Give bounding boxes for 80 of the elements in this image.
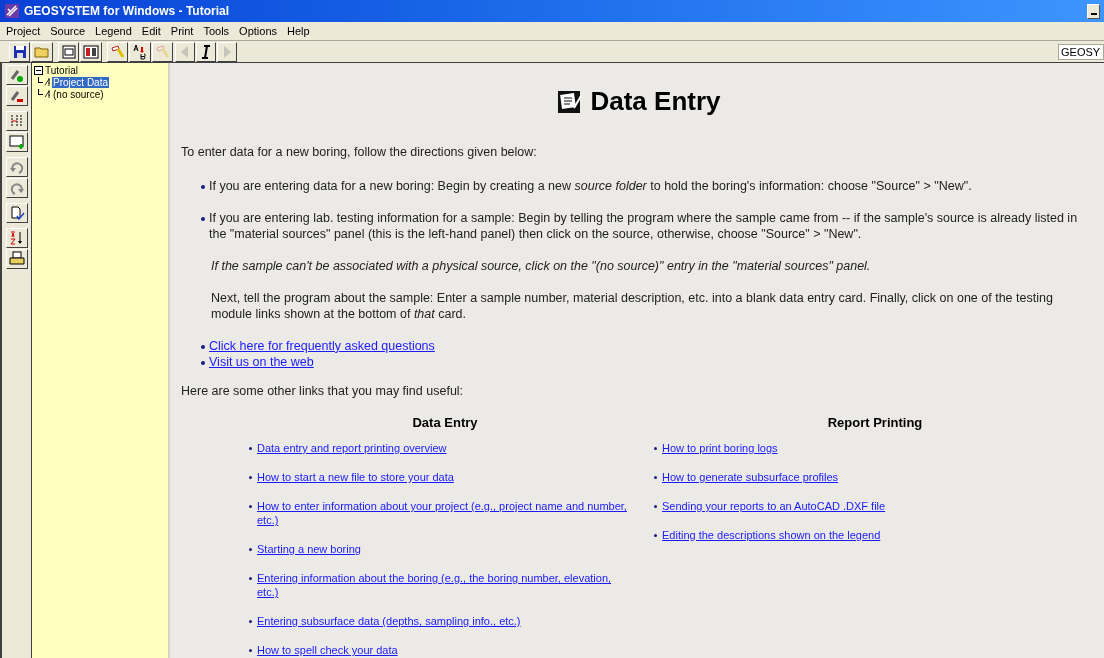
bullet-icon [201,216,205,221]
section-text: Here are some other links that you may find useful: [181,382,465,400]
minimize-button[interactable] [1087,3,1100,19]
tree-item[interactable]: (no source) [52,88,105,100]
card-button[interactable] [57,41,80,62]
expander-icon[interactable] [34,65,43,75]
bullet-icon [249,447,252,450]
column-heading: Report Printing [826,413,924,432]
link[interactable]: How to spell check your data [257,643,398,657]
bullet-icon [249,548,252,551]
bullet-icon [654,447,657,450]
spell-check-button[interactable] [5,203,28,223]
bullet-icon [249,649,252,652]
tree-item[interactable]: Project Data [52,76,110,88]
link[interactable]: Click here for frequently asked questions [209,337,435,354]
paragraph: Next, tell the program about the sample: Enter a sample number, material description, etc. into a blank data entry card. Finally, click on one of the testing module links shown at the bottom of that card. [211,289,1054,322]
intro-text: To enter data for a new boring, follow the directions given below: [181,144,538,161]
redo-icon [8,180,25,196]
bullet-icon [249,620,252,623]
bullet-icon [249,476,252,479]
address-field[interactable]: GEOSY [1058,43,1104,60]
menu-item[interactable]: Help [287,22,310,40]
bullet-icon [201,360,205,365]
sheet-add-icon [8,134,25,150]
cards-button[interactable] [80,41,102,62]
cards-icon [83,43,99,60]
redo-button[interactable] [5,178,28,198]
link[interactable]: Visit us on the web [209,353,314,370]
bullet-icon [249,577,252,580]
link[interactable]: Editing the descriptions shown on the legend [662,528,881,542]
sort-icon [8,230,25,246]
link[interactable]: Sending your reports to an AutoCAD .DXF file [662,499,886,513]
printer-button[interactable] [5,249,28,269]
page-heading: Data Entry [590,85,721,118]
link[interactable]: How to enter information about your project (e.g., project name and number, etc.) [257,499,634,527]
window-title: GEOSYSTEM for Windows - Tutorial [24,3,229,20]
undo-icon [8,159,25,175]
italic-button[interactable] [196,41,216,62]
columns-icon [8,113,25,129]
bullet-icon [654,476,657,479]
folder-button[interactable] [31,41,53,62]
link[interactable]: How to start a new file to store your data [257,470,454,484]
app-icon [4,3,20,19]
tree-item[interactable]: Tutorial [44,64,79,76]
floppy-icon [11,43,28,60]
menu-item[interactable]: Project [6,22,41,40]
bullet-icon [201,184,205,189]
menu-item[interactable]: Source [50,22,86,40]
sort-button[interactable] [5,228,28,248]
menu-item[interactable]: Tools [203,22,230,40]
card-icon [60,43,77,60]
columns-button[interactable] [5,111,28,131]
paragraph: If you are entering lab. testing information for a sample: Begin by telling the program where the sample came from -- if the sample's source is already listed in the "material sources" panel (this is the left-hand panel) then click on the source, otherwise, choose "Source" > "New". [209,209,1079,242]
paragraph: If the sample can't be associated with a physical source, click on the "(no source)" entry in the "material sources" panel. [211,257,871,274]
boring-remove-button[interactable] [5,86,28,106]
bullet-icon [654,534,657,537]
flashlight-button[interactable] [106,41,129,62]
menu-item[interactable]: Edit [141,22,161,40]
replace-icon [131,43,148,60]
spell-check-icon [8,205,25,221]
bullet-icon [249,505,252,508]
link[interactable]: How to print boring logs [662,441,778,455]
floppy-button[interactable] [9,41,31,62]
boring-add-button[interactable] [5,65,28,85]
link[interactable]: Starting a new boring [257,542,361,556]
column-heading: Data Entry [411,413,479,432]
link[interactable]: How to generate subsurface profiles [662,470,839,484]
link[interactable]: Data entry and report printing overview [257,441,447,455]
menu-item[interactable]: Legend [95,22,132,40]
undo-button[interactable] [5,157,28,177]
menu-item[interactable]: Options [239,22,278,40]
sheet-add-button[interactable] [5,132,28,152]
link[interactable]: Entering subsurface data (depths, sampling info., etc.) [257,614,521,628]
printer-icon [8,251,25,267]
paragraph: If you are entering data for a new boring: Begin by creating a new source folder to hold the boring's information: choose "Source" > "New". [209,177,972,194]
menu-item[interactable]: Print [170,22,194,40]
bullet-icon [654,505,657,508]
link[interactable]: Entering information about the boring (e.g., the boring number, elevation, etc.) [257,571,634,599]
replace-button[interactable] [129,41,151,62]
bullet-icon [201,344,205,349]
